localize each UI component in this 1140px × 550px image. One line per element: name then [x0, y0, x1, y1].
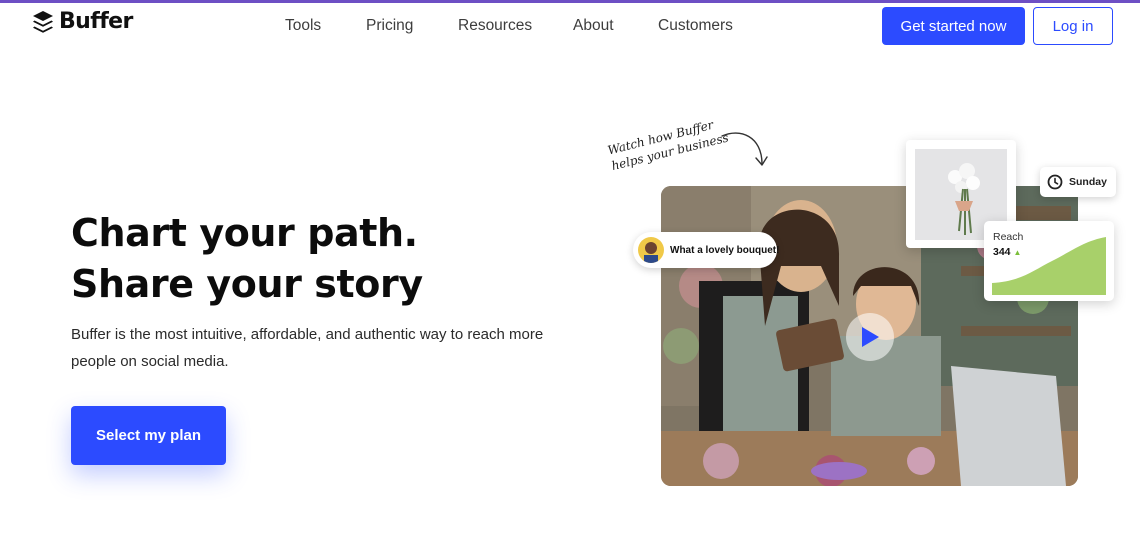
select-plan-button[interactable]: Select my plan	[71, 406, 226, 465]
comment-text: What a lovely bouquet!	[670, 244, 780, 256]
nav-pricing[interactable]: Pricing	[366, 17, 413, 35]
video-annotation: Watch how Buffer helps your business	[606, 114, 730, 174]
get-started-button[interactable]: Get started now	[882, 7, 1025, 45]
comment-bubble: What a lovely bouquet!	[633, 232, 780, 268]
login-button[interactable]: Log in	[1033, 7, 1113, 45]
reach-label: Reach	[993, 231, 1024, 243]
nav-about[interactable]: About	[573, 17, 614, 35]
reach-value: 344 ▲	[993, 246, 1021, 258]
schedule-chip: Sunday	[1040, 167, 1116, 197]
curved-arrow-icon	[721, 132, 768, 166]
headline-line-2: Share your story	[71, 262, 423, 306]
person-avatar-image	[638, 237, 664, 263]
schedule-day: Sunday	[1069, 176, 1107, 188]
trend-up-icon: ▲	[1013, 248, 1022, 257]
reach-number: 344	[993, 246, 1011, 258]
nav-resources[interactable]: Resources	[458, 17, 532, 35]
nav-tools[interactable]: Tools	[285, 17, 321, 35]
avatar	[638, 237, 664, 263]
play-icon	[862, 327, 879, 347]
headline-line-1: Chart your path.	[71, 211, 418, 255]
reach-card: Reach 344 ▲	[984, 221, 1114, 301]
play-button[interactable]	[846, 313, 894, 361]
hero-headline: Chart your path. Share your story	[71, 208, 423, 310]
nav-customers[interactable]: Customers	[658, 17, 733, 35]
hero-subtext: Buffer is the most intuitive, affordable…	[71, 326, 544, 370]
clock-icon	[1047, 174, 1063, 190]
top-accent-bar	[0, 0, 1140, 3]
